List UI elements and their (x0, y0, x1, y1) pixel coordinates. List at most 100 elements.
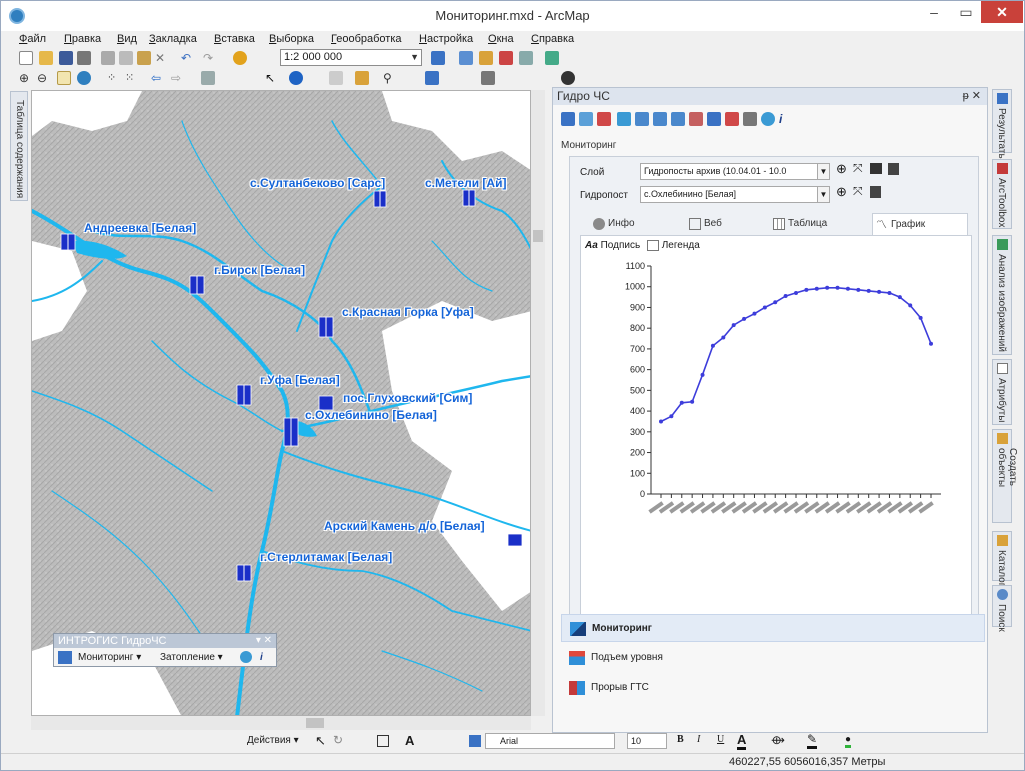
maximize-button[interactable]: ▭ (951, 1, 981, 23)
panel-pin-close-controls[interactable]: ᵽ ✕ (963, 88, 981, 105)
font-family-select[interactable]: Arial (485, 733, 615, 749)
scroll-thumb[interactable] (533, 230, 543, 242)
forward-extent-icon[interactable]: ⇨ (171, 71, 185, 85)
time-slider-icon[interactable] (425, 71, 439, 85)
panel-settings-gear-icon[interactable] (761, 112, 775, 126)
tab-web[interactable]: Веб (686, 213, 766, 235)
new-icon[interactable] (19, 51, 33, 65)
alert-tool-icon[interactable] (725, 112, 739, 126)
text-color-icon[interactable]: A (737, 732, 747, 750)
add-data-icon[interactable] (233, 51, 247, 65)
map-view[interactable]: с.Султанбеково [Сарс] с.Метели [Ай] Андр… (31, 90, 531, 716)
gauge-document-icon[interactable] (870, 186, 881, 198)
zoom-in-icon[interactable]: ⊕ (19, 71, 33, 85)
line-color-icon[interactable]: ✎ (807, 732, 818, 749)
toc-tab[interactable]: Таблица содержания (10, 91, 28, 201)
python-icon[interactable] (545, 51, 559, 65)
tab-create-features[interactable]: Создать объекты (992, 429, 1018, 523)
search-window-icon[interactable] (499, 51, 513, 65)
open-icon[interactable] (39, 51, 53, 65)
zoom-to-layer-icon[interactable]: ⊕ (836, 161, 847, 177)
full-extent-layer-icon[interactable]: ⤧ (853, 161, 863, 176)
layer-tool-icon[interactable] (561, 112, 575, 126)
settings-gear-icon[interactable] (240, 651, 252, 663)
tab-image-analysis[interactable]: Анализ изображений (992, 235, 1012, 355)
full-extent-icon[interactable] (77, 71, 91, 85)
fill-color-icon[interactable]: ⟴ (771, 733, 785, 747)
info-icon[interactable]: i (260, 651, 263, 664)
menu-file[interactable]: Файл (19, 33, 46, 45)
close-button[interactable]: ✕ (981, 1, 1023, 23)
accordion-level-rise[interactable]: Подъем уровня (561, 644, 985, 672)
zone3-tool-icon[interactable] (671, 112, 685, 126)
identify-icon[interactable] (289, 71, 303, 85)
legend-button[interactable]: Легенда (662, 240, 700, 251)
fixed-zoom-out-icon[interactable]: ⁙ (125, 71, 139, 85)
monitoring-menu-button[interactable]: Мониторинг ▾ (78, 651, 141, 664)
select-elements-icon[interactable]: ↖ (315, 733, 326, 749)
panel-info-icon[interactable]: i (779, 112, 793, 126)
flood-tool-icon[interactable] (617, 112, 631, 126)
copy-icon[interactable] (119, 51, 133, 65)
find-icon[interactable]: ⚲ (383, 71, 397, 85)
accordion-monitoring[interactable]: Мониторинг (561, 614, 985, 642)
zone1-tool-icon[interactable] (635, 112, 649, 126)
document-icon[interactable] (888, 163, 899, 175)
floating-toolbar-controls[interactable]: ▾ ✕ (256, 634, 272, 648)
menu-customize[interactable]: Настройка (419, 33, 473, 45)
scroll-thumb[interactable] (306, 718, 324, 728)
menu-geoprocessing[interactable]: Геообработка (331, 33, 402, 45)
font-size-select[interactable]: 10 (627, 733, 667, 749)
select-by-graphics-icon[interactable] (201, 71, 215, 85)
map-tool-icon[interactable] (58, 651, 72, 664)
marker-color-icon[interactable]: ● (845, 734, 852, 748)
comment-icon[interactable] (870, 163, 882, 174)
bold-button[interactable]: B (677, 734, 684, 745)
points-tool-icon[interactable] (579, 112, 593, 126)
flooding-menu-button[interactable]: Затопление ▾ (160, 651, 223, 664)
zone2-tool-icon[interactable] (653, 112, 667, 126)
tab-results[interactable]: Результаты (992, 89, 1012, 161)
menu-windows[interactable]: Окна (488, 33, 514, 45)
pan-icon[interactable] (57, 71, 71, 85)
layer-select[interactable]: Гидропосты архив (10.04.01 - 10.0 ▼ (640, 163, 830, 180)
rectangle-icon[interactable] (377, 735, 389, 747)
html-popup-icon[interactable] (329, 71, 343, 85)
tab-arctoolbox[interactable]: ArcToolbox (992, 159, 1012, 229)
map-viewer-icon[interactable] (481, 71, 495, 85)
editor-icon[interactable] (431, 51, 445, 65)
menu-edit[interactable]: Правка (64, 33, 101, 45)
map-vertical-scrollbar[interactable] (531, 90, 545, 716)
tab-info[interactable]: Инфо (590, 213, 670, 235)
report-tool-icon[interactable] (689, 112, 703, 126)
calc-tool-icon[interactable] (743, 112, 757, 126)
delete-icon[interactable]: ✕ (155, 51, 169, 65)
menu-insert[interactable]: Вставка (214, 33, 255, 45)
drawing-actions-button[interactable]: Действия ▾ (247, 735, 299, 746)
zoom-to-gauge-icon[interactable]: ⊕ (836, 184, 847, 200)
tab-chart[interactable]: 〽 График (872, 213, 968, 235)
legend-icon[interactable] (646, 239, 659, 251)
arctoolbox-icon[interactable] (519, 51, 533, 65)
map-scale-select[interactable]: 1:2 000 000 ▼ (280, 49, 422, 66)
cut-icon[interactable] (101, 51, 115, 65)
globe-tool-icon[interactable] (561, 71, 575, 85)
rotate-icon[interactable]: ↻ (333, 733, 343, 747)
caption-button[interactable]: Подпись (601, 240, 641, 251)
text-tool-icon[interactable]: A (405, 733, 414, 748)
underline-button[interactable]: U (717, 734, 724, 745)
export-tool-icon[interactable] (707, 112, 721, 126)
menu-bookmarks[interactable]: Закладка (149, 33, 197, 45)
catalog-icon[interactable] (479, 51, 493, 65)
tab-catalog[interactable]: Каталог (992, 531, 1012, 586)
save-icon[interactable] (59, 51, 73, 65)
minimize-button[interactable]: – (919, 1, 949, 23)
toc-icon[interactable] (459, 51, 473, 65)
full-extent-gauge-icon[interactable]: ⤧ (853, 184, 863, 199)
tab-table[interactable]: Таблица (770, 213, 860, 235)
select-elements-icon[interactable]: ↖ (265, 71, 279, 85)
redo-icon[interactable]: ↷ (203, 51, 217, 65)
gauge-select[interactable]: с.Охлебинино [Белая] ▼ (640, 186, 830, 203)
back-extent-icon[interactable]: ⇦ (151, 71, 165, 85)
menu-help[interactable]: Справка (531, 33, 574, 45)
